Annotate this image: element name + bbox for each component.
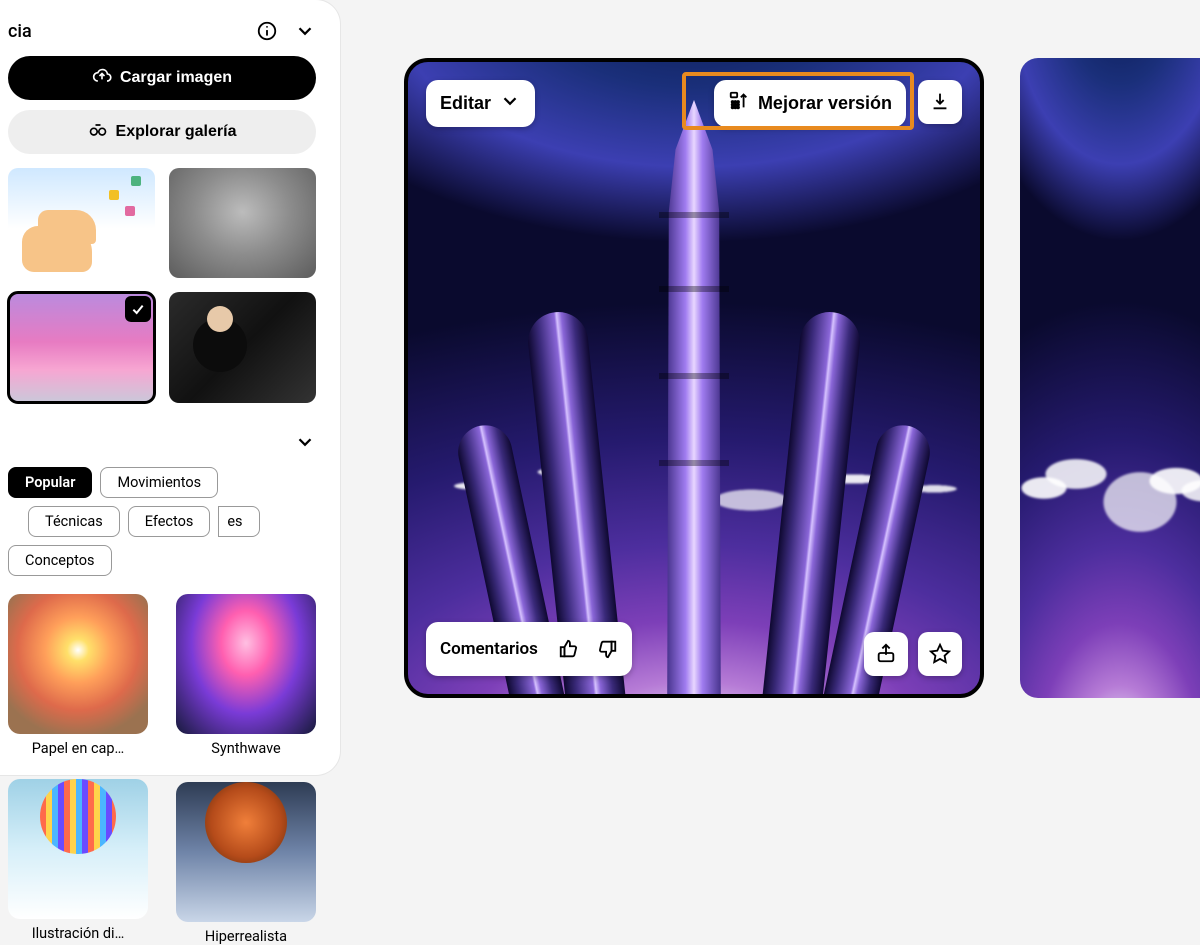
star-icon xyxy=(929,642,951,667)
decorative-clouds xyxy=(1020,404,1200,544)
styles-section-header xyxy=(8,431,316,453)
favorite-button[interactable] xyxy=(918,632,962,676)
info-icon[interactable] xyxy=(256,20,278,42)
download-icon xyxy=(929,90,951,115)
style-label: Hiperrealista xyxy=(176,928,316,945)
style-item[interactable]: Synthwave xyxy=(176,594,316,757)
reference-thumb[interactable] xyxy=(8,168,155,278)
comments-label: Comentarios xyxy=(440,639,538,659)
generated-image-card-next[interactable] xyxy=(1020,58,1200,698)
thumbs-down-button[interactable] xyxy=(590,632,624,666)
generated-image-card[interactable]: Editar Mejorar versión xyxy=(404,58,984,698)
edit-button[interactable]: Editar xyxy=(426,80,535,127)
edit-label: Editar xyxy=(440,93,491,114)
improve-version-button[interactable]: Mejorar versión xyxy=(714,80,906,127)
tag-movimientos[interactable]: Movimientos xyxy=(100,467,218,498)
tag-efectos[interactable]: Efectos xyxy=(128,506,211,537)
sidebar: cia Cargar imagen Explorar galería xyxy=(0,0,340,775)
upload-image-button[interactable]: Cargar imagen xyxy=(8,56,316,100)
style-label: Synthwave xyxy=(176,740,316,757)
explore-gallery-button[interactable]: Explorar galería xyxy=(8,110,316,154)
decorative-rocket xyxy=(554,100,834,698)
style-label: Papel en cap… xyxy=(8,740,148,757)
download-button[interactable] xyxy=(918,80,962,124)
style-item[interactable]: Ilustración di… xyxy=(8,771,148,945)
share-icon xyxy=(875,642,897,667)
style-thumb xyxy=(8,779,148,919)
tag-tecnicas[interactable]: Técnicas xyxy=(28,506,120,537)
share-button[interactable] xyxy=(864,632,908,676)
reference-thumb-grid xyxy=(8,168,316,403)
feedback-pill: Comentarios xyxy=(426,622,632,676)
explore-gallery-label: Explorar galería xyxy=(116,123,237,141)
style-thumb xyxy=(8,594,148,734)
style-thumb xyxy=(176,594,316,734)
thumbs-up-button[interactable] xyxy=(552,632,586,666)
tag-partial[interactable]: es xyxy=(218,506,259,537)
style-grid: Papel en cap… Synthwave Ilustración di… … xyxy=(8,594,316,945)
style-item[interactable]: Papel en cap… xyxy=(8,594,148,757)
style-tags-row: Popular Movimientos Técnicas Efectos es … xyxy=(8,467,316,576)
chevron-down-icon[interactable] xyxy=(294,20,316,42)
style-item[interactable]: Hiperrealista xyxy=(176,771,316,945)
upload-image-label: Cargar imagen xyxy=(120,69,232,87)
reference-section-header: cia xyxy=(8,20,316,42)
reference-thumb[interactable] xyxy=(169,292,316,402)
style-thumb xyxy=(176,782,316,922)
canvas-area: Editar Mejorar versión xyxy=(404,58,1200,698)
improve-version-label: Mejorar versión xyxy=(758,93,892,114)
reference-title: cia xyxy=(8,21,256,42)
style-label: Ilustración di… xyxy=(8,925,148,942)
check-icon xyxy=(125,296,151,322)
reference-thumb[interactable] xyxy=(169,168,316,278)
upscale-icon xyxy=(728,90,750,117)
tag-popular[interactable]: Popular xyxy=(8,467,92,498)
chevron-down-icon xyxy=(499,90,521,117)
tag-conceptos[interactable]: Conceptos xyxy=(8,545,112,576)
binoculars-icon xyxy=(88,120,108,145)
chevron-down-icon[interactable] xyxy=(294,431,316,453)
reference-thumb[interactable] xyxy=(8,292,155,402)
cloud-upload-icon xyxy=(92,66,112,91)
